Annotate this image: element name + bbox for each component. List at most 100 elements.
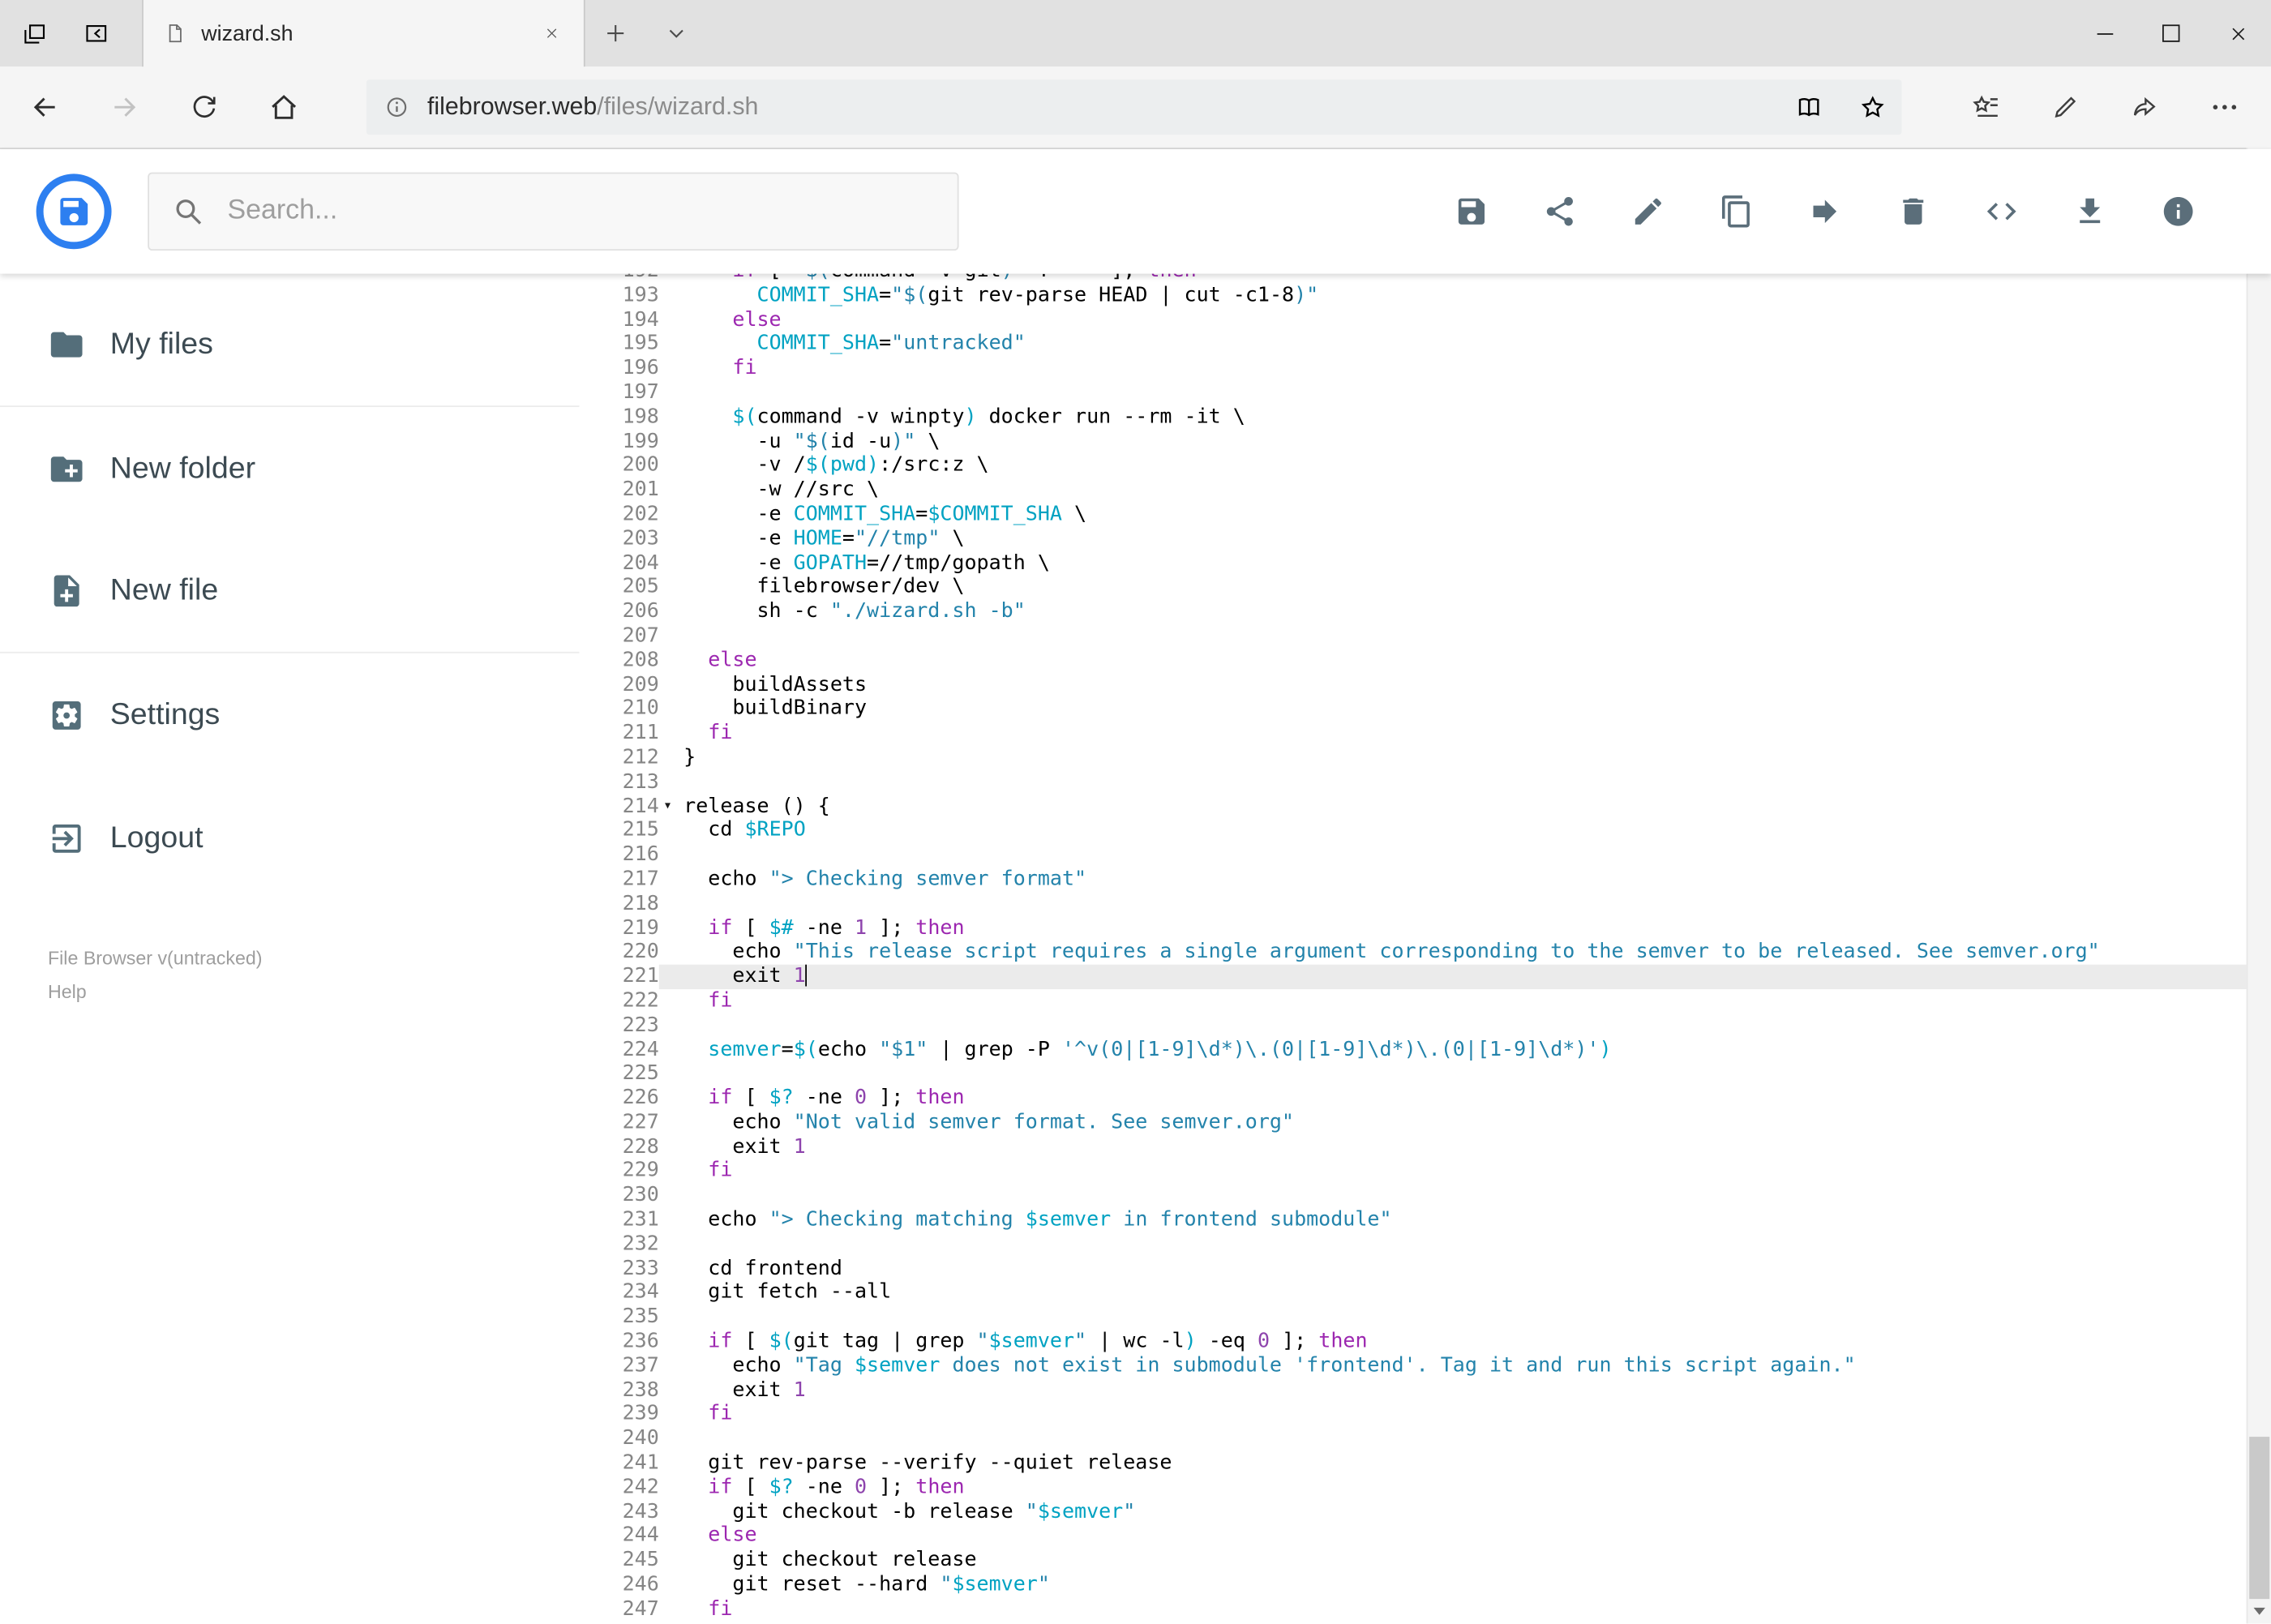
app-content: My files New folder New file Settings Logout… <box>0 272 2247 1624</box>
line-number: 208 <box>622 648 659 672</box>
search-box[interactable] <box>148 172 959 251</box>
sidebar-item-logout[interactable]: Logout <box>0 776 580 899</box>
sidebar-item-label: My files <box>109 327 213 361</box>
sidebar-item-new-file[interactable]: New file <box>0 530 580 653</box>
set-tabs-aside-icon <box>83 19 110 47</box>
code-line: 239 fi <box>580 1403 2247 1427</box>
info-button[interactable] <box>2161 194 2196 229</box>
line-number: 203 <box>622 526 659 551</box>
code-line: 226 if [ $? -ne 0 ]; then <box>580 1086 2247 1111</box>
set-tabs-aside-button[interactable] <box>83 19 110 47</box>
share-button[interactable] <box>1542 194 1577 229</box>
settings-icon <box>48 696 85 733</box>
tab-preview-button[interactable] <box>646 0 707 66</box>
scroll-down-button[interactable] <box>2247 1599 2271 1623</box>
back-button[interactable] <box>4 74 84 140</box>
web-note-button[interactable] <box>2025 74 2104 140</box>
web-note-icon <box>2050 92 2080 122</box>
forward-button[interactable] <box>84 74 164 140</box>
edit-button[interactable] <box>1630 194 1665 229</box>
hub-button[interactable] <box>1945 74 2025 140</box>
line-number: 232 <box>622 1232 659 1256</box>
browser-tab[interactable]: wizard.sh <box>142 0 585 67</box>
code-line: 242 if [ $? -ne 0 ]; then <box>580 1476 2247 1500</box>
line-number: 217 <box>622 867 659 891</box>
more-button[interactable] <box>2184 74 2264 140</box>
code-line: 240 <box>580 1427 2247 1451</box>
code-text: if [ "$(command -v git)" != "" ]; then <box>683 272 2246 284</box>
code-text: cd $REPO <box>683 818 806 842</box>
line-number: 239 <box>622 1402 659 1426</box>
sidebar-item-new-folder[interactable]: New folder <box>0 407 580 530</box>
line-number: 198 <box>622 405 659 429</box>
code-line: 231 echo "> Checking matching $semver in… <box>580 1208 2247 1232</box>
minimize-button[interactable] <box>2071 0 2137 66</box>
delete-button[interactable] <box>1896 194 1930 229</box>
site-info-icon[interactable] <box>383 94 409 120</box>
filebrowser-logo[interactable] <box>35 173 113 251</box>
fold-marker-icon[interactable]: ▾ <box>659 795 683 819</box>
reading-view-button[interactable] <box>1794 92 1823 122</box>
address-bar[interactable]: filebrowser.web/files/wizard.sh <box>366 79 1902 135</box>
code-line: 192 if [ "$(command -v git)" != "" ]; th… <box>580 272 2247 284</box>
line-number: 226 <box>622 1086 659 1110</box>
scrollbar-thumb[interactable] <box>2249 1437 2270 1600</box>
line-number: 224 <box>622 1037 659 1061</box>
help-link[interactable]: Help <box>48 980 263 1002</box>
vertical-scrollbar[interactable] <box>2246 148 2271 1624</box>
home-button[interactable] <box>243 74 323 140</box>
code-line: 237 echo "Tag $semver does not exist in … <box>580 1354 2247 1378</box>
sidebar: My files New folder New file Settings Logout… <box>0 272 580 1624</box>
code-line: 210 buildBinary <box>580 697 2247 722</box>
reading-view-icon <box>1794 92 1823 122</box>
search-input[interactable] <box>224 194 935 229</box>
code-text: echo "This release script requires a sin… <box>683 940 2100 964</box>
maximize-button[interactable] <box>2138 0 2205 66</box>
code-text: release () { <box>683 794 830 818</box>
tab-title: wizard.sh <box>201 20 294 46</box>
move-icon <box>1807 194 1842 229</box>
code-line: 195 COMMIT_SHA="untracked" <box>580 332 2247 357</box>
code-text: -w //src \ <box>683 478 880 502</box>
new-tab-button[interactable] <box>585 0 646 66</box>
tab-actions <box>0 0 125 66</box>
download-icon <box>2072 194 2107 229</box>
close-window-button[interactable] <box>2205 0 2271 66</box>
raw-code-button[interactable] <box>1984 194 2019 229</box>
code-editor[interactable]: 192 if [ "$(command -v git)" != "" ]; th… <box>579 272 2247 1624</box>
code-text: -e GOPATH=//tmp/gopath \ <box>683 551 1050 575</box>
chevron-down-icon <box>665 22 688 45</box>
maximize-icon <box>2162 24 2180 42</box>
line-number: 220 <box>622 940 659 964</box>
move-button[interactable] <box>1807 194 1842 229</box>
code-text: COMMIT_SHA="untracked" <box>756 332 1026 356</box>
code-line: 211 fi <box>580 722 2247 746</box>
code-line: 204 -e GOPATH=//tmp/gopath \ <box>580 551 2247 576</box>
share-button-browser[interactable] <box>2105 74 2184 140</box>
line-number: 238 <box>622 1378 659 1402</box>
tabs-you-set-aside-button[interactable] <box>20 19 48 47</box>
share-arrow-icon <box>2130 92 2159 122</box>
code-line: 225 <box>580 1062 2247 1086</box>
save-button[interactable] <box>1454 194 1489 229</box>
code-line: 223 <box>580 1013 2247 1038</box>
line-number: 241 <box>622 1451 659 1475</box>
line-number: 231 <box>622 1207 659 1232</box>
code-text: if [ $? -ne 0 ]; then <box>708 1086 965 1110</box>
folder-icon <box>48 326 85 363</box>
minimize-icon <box>2096 32 2113 34</box>
sidebar-item-settings[interactable]: Settings <box>0 653 580 777</box>
code-text: buildAssets <box>683 672 868 696</box>
share-icon <box>1542 194 1577 229</box>
tab-bar: wizard.sh <box>0 0 2271 67</box>
sidebar-item-my-files[interactable]: My files <box>0 284 580 407</box>
tab-close-button[interactable] <box>532 13 572 54</box>
favorite-button[interactable] <box>1858 92 1888 122</box>
refresh-button[interactable] <box>164 74 243 140</box>
home-icon <box>268 92 299 123</box>
line-number: 245 <box>622 1549 659 1572</box>
download-button[interactable] <box>2072 194 2107 229</box>
copy-button[interactable] <box>1719 194 1754 229</box>
line-number: 236 <box>622 1329 659 1353</box>
